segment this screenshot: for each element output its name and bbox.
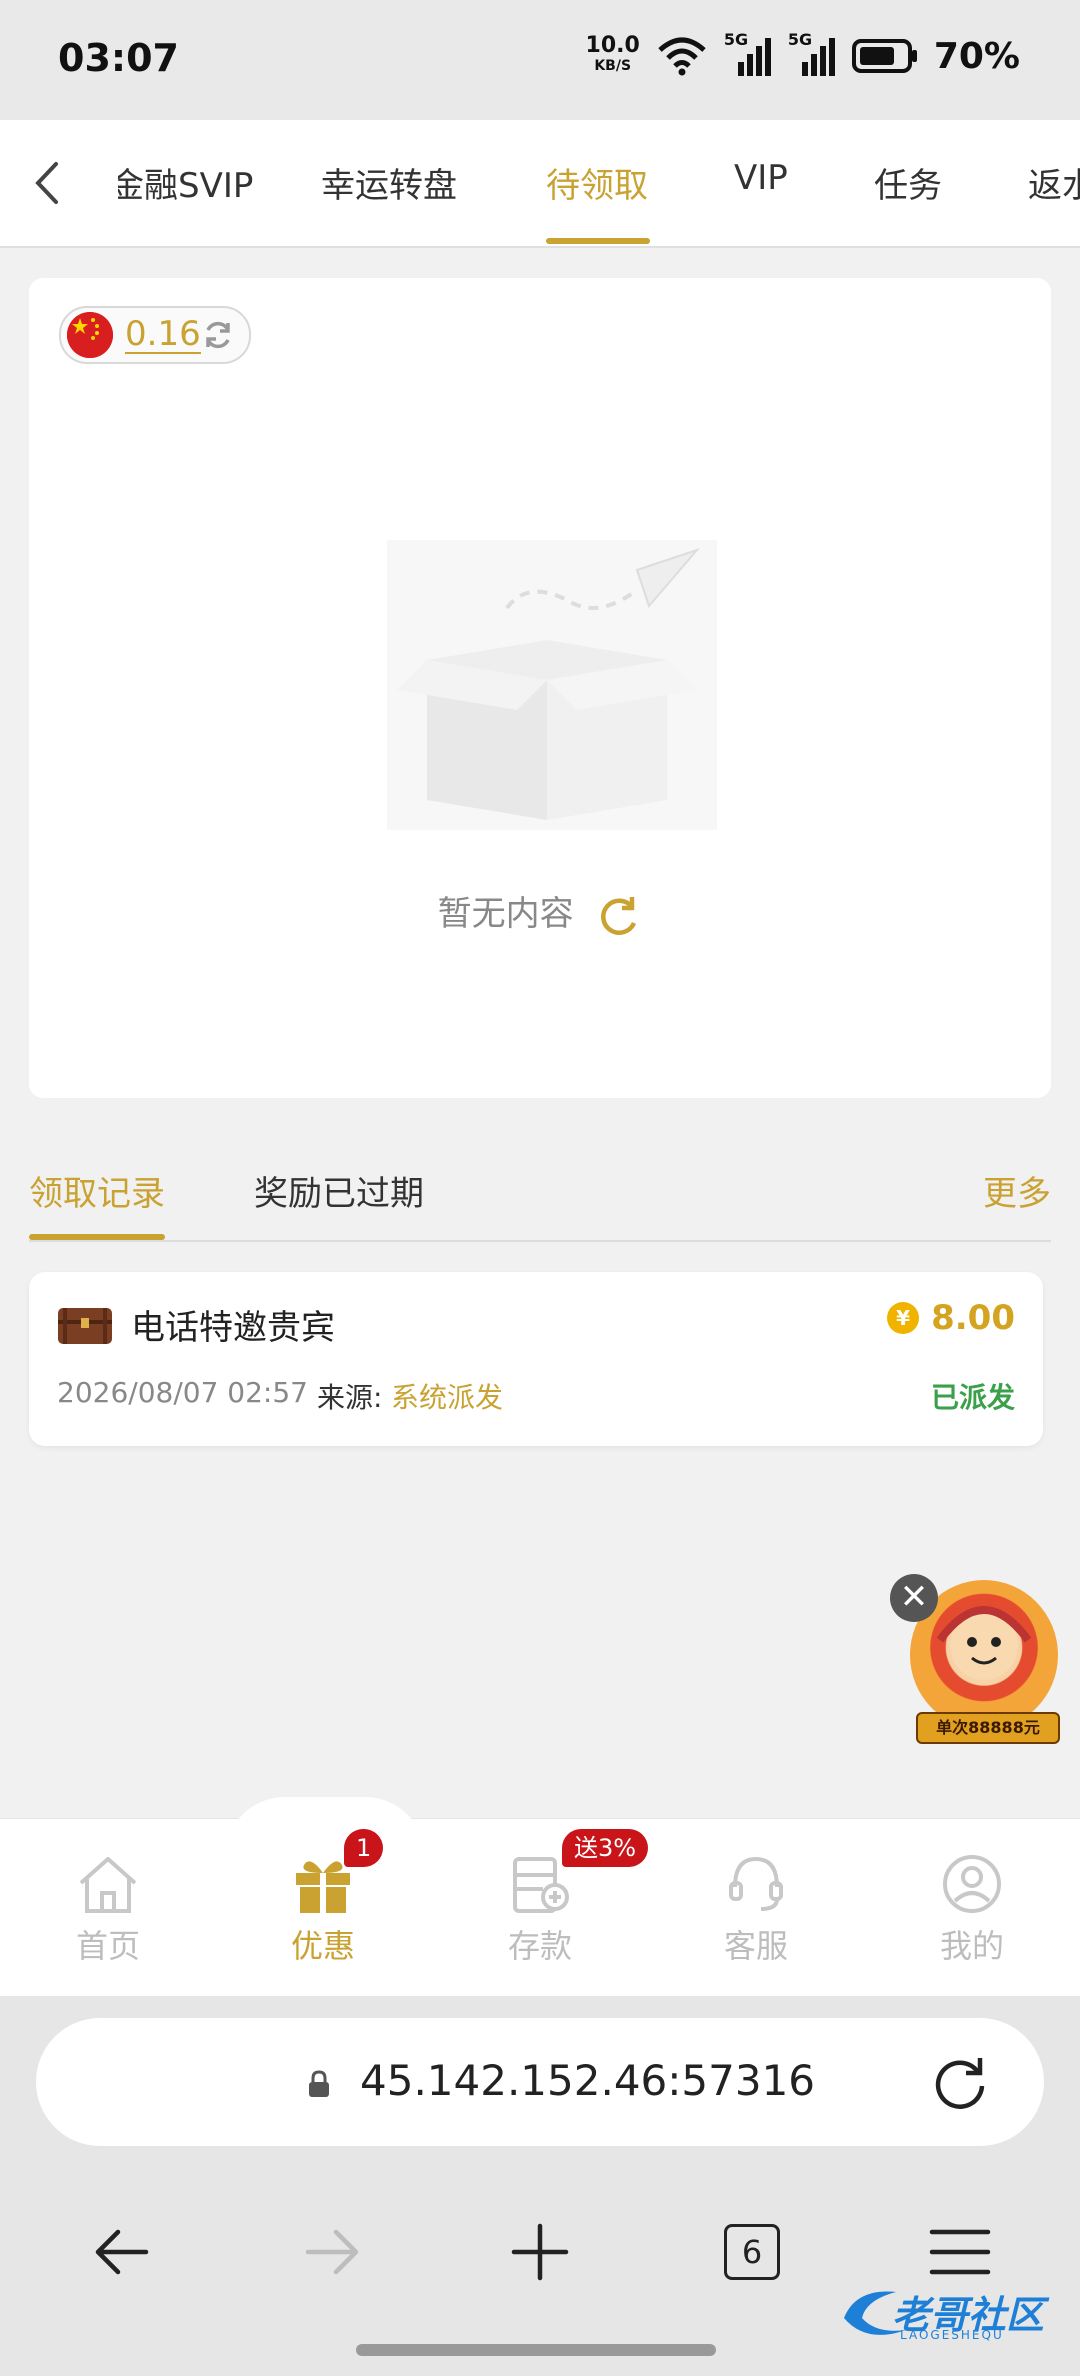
- floating-promo[interactable]: ✕ 单次88888元: [890, 1574, 1060, 1744]
- nav-support[interactable]: 客服: [686, 1853, 826, 1967]
- nav-home[interactable]: 首页: [38, 1853, 178, 1967]
- tab-list: 金融SVIP 幸运转盘 待领取 VIP 任务 返水: [0, 120, 1080, 246]
- nav-deposit-label: 存款: [507, 1927, 572, 1965]
- status-bar: 03:07 10.0 KB/S 5G 5G 70%: [0, 0, 1080, 120]
- reload-empty-icon[interactable]: [596, 893, 642, 939]
- new-tab-icon[interactable]: [502, 2214, 578, 2290]
- battery-percent: 70%: [933, 35, 1020, 77]
- nav-profile[interactable]: 我的: [902, 1853, 1042, 1967]
- watermark-logo: 老哥社区 LAOGESHEQU: [836, 2278, 1060, 2346]
- record-title: 电话特邀贵宾: [131, 1308, 335, 1348]
- active-tab-indicator: [546, 238, 650, 244]
- close-promo-button[interactable]: ✕: [890, 1574, 938, 1622]
- active-record-tab-indicator: [29, 1234, 165, 1240]
- status-time: 03:07: [58, 36, 179, 80]
- headset-icon: [729, 1856, 783, 1911]
- status-icons: 10.0 KB/S 5G 5G 70%: [585, 30, 1020, 78]
- promotions-badge: 1: [344, 1829, 384, 1867]
- nav-deposit[interactable]: 存款: [470, 1853, 610, 1967]
- balance-value: 0.16: [125, 314, 201, 354]
- url-text: 45.142.152.46:57316: [360, 2056, 816, 2105]
- tab-expired-rewards[interactable]: 奖励已过期: [254, 1166, 424, 1215]
- record-source-label: 来源:: [317, 1381, 383, 1414]
- empty-state-text: 暂无内容: [437, 894, 574, 934]
- china-flag-icon: [67, 312, 113, 358]
- empty-state: 暂无内容: [29, 886, 1051, 939]
- record-status: 已派发: [930, 1381, 1015, 1414]
- nav-profile-label: 我的: [939, 1927, 1004, 1965]
- browser-chrome: 45.142.152.46:57316 6 老哥社区 LAOGESHEQU: [0, 1996, 1080, 2376]
- tab-pending[interactable]: 待领取: [546, 158, 648, 207]
- deposit-bonus-badge: 送3%: [562, 1829, 649, 1867]
- signal-1: 5G: [724, 30, 772, 78]
- treasure-chest-icon: [58, 1308, 112, 1344]
- tab-rebate[interactable]: 返水: [1028, 158, 1080, 207]
- pending-card: 0.16 暂无内容: [29, 278, 1051, 1098]
- address-bar[interactable]: 45.142.152.46:57316: [36, 2018, 1044, 2146]
- more-link[interactable]: 更多: [983, 1166, 1051, 1215]
- tab-lucky-wheel[interactable]: 幸运转盘: [321, 158, 457, 207]
- record-source: 系统派发: [391, 1381, 504, 1414]
- nav-promotions-label: 优惠: [290, 1927, 355, 1965]
- record-amount-value: 8.00: [931, 1298, 1015, 1338]
- tab-claim-records[interactable]: 领取记录: [29, 1166, 165, 1215]
- reload-icon[interactable]: [930, 2052, 990, 2112]
- nav-support-label: 客服: [723, 1927, 788, 1965]
- forward-icon[interactable]: [294, 2214, 370, 2290]
- nav-bump: [225, 1797, 425, 1857]
- coin-icon: ¥: [887, 1302, 920, 1334]
- back-icon[interactable]: [84, 2214, 160, 2290]
- signal-2: 5G: [788, 30, 836, 78]
- home-indicator: [356, 2344, 716, 2356]
- record-tabs: 领取记录 奖励已过期 更多: [29, 1158, 1051, 1242]
- wifi-icon: [658, 37, 706, 76]
- promo-label: 单次88888元: [916, 1712, 1060, 1744]
- battery-icon: [851, 39, 917, 73]
- record-amount: ¥ 8.00: [887, 1298, 1015, 1338]
- tab-tasks[interactable]: 任务: [874, 158, 942, 207]
- bottom-nav: 首页 优惠 1 存款 送3% 客服 我的: [0, 1797, 1080, 1997]
- wallet-balance-pill[interactable]: 0.16: [59, 306, 251, 364]
- user-icon: [943, 1855, 1001, 1913]
- top-tab-bar: 金融SVIP 幸运转盘 待领取 VIP 任务 返水: [0, 120, 1080, 248]
- signal-2-label: 5G: [787, 30, 813, 49]
- network-speed-value: 10.0: [585, 33, 640, 58]
- network-speed: 10.0 KB/S: [585, 33, 640, 76]
- nav-home-label: 首页: [75, 1927, 140, 1965]
- tab-count-button[interactable]: 6: [724, 2224, 780, 2280]
- refresh-balance-icon[interactable]: [201, 318, 235, 352]
- nav-promotions[interactable]: 优惠: [253, 1853, 393, 1967]
- record-datetime: 2026/08/07 02:57: [57, 1376, 308, 1409]
- watermark-subtext: LAOGESHEQU: [900, 2328, 1004, 2342]
- network-speed-unit: KB/S: [594, 58, 632, 74]
- home-icon: [79, 1857, 137, 1913]
- tab-svip[interactable]: 金融SVIP: [118, 158, 253, 207]
- signal-1-label: 5G: [723, 30, 749, 49]
- empty-box-icon: [387, 540, 717, 830]
- list-item[interactable]: 电话特邀贵宾 ¥ 8.00 2026/08/07 02:57 来源: 系统派发 …: [29, 1272, 1043, 1446]
- lock-icon: [309, 2070, 329, 2097]
- tab-vip[interactable]: VIP: [734, 158, 788, 198]
